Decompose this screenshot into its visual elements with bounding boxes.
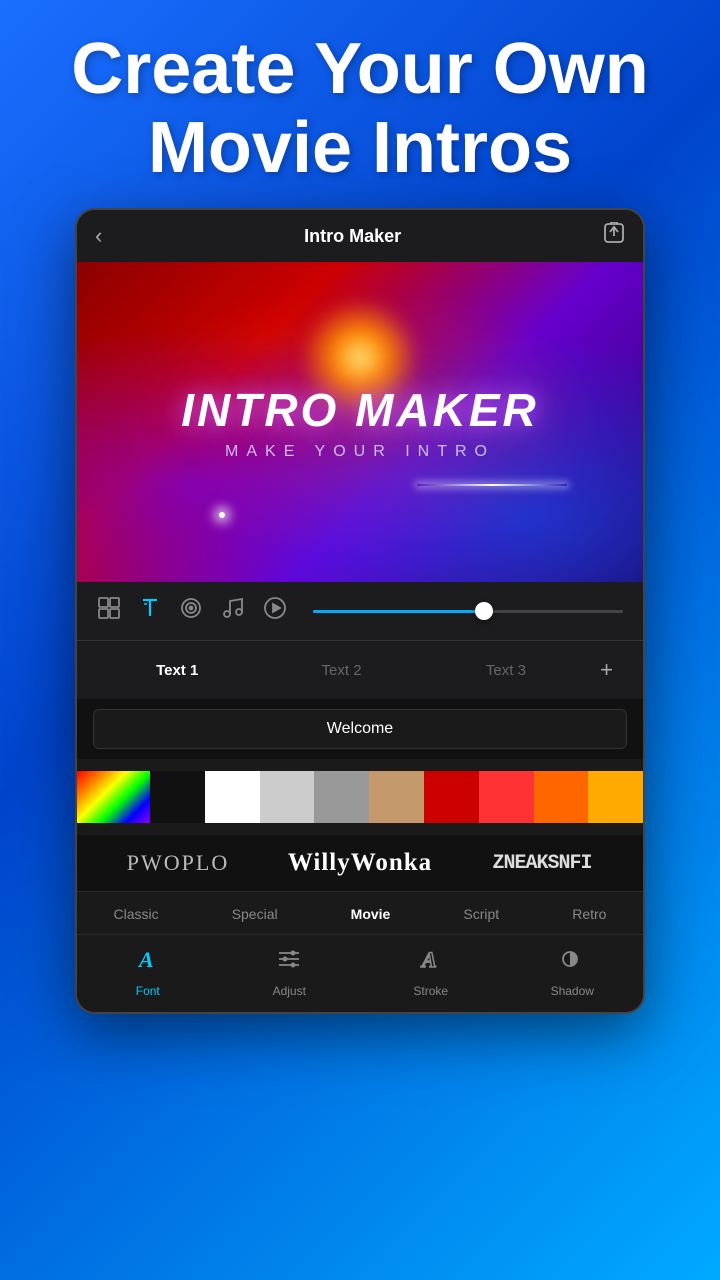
color-palette — [77, 759, 643, 835]
color-swatch-gray[interactable] — [314, 771, 369, 823]
font-sample-2[interactable]: WillyWonka — [269, 849, 451, 877]
font-cat-classic[interactable]: Classic — [106, 902, 167, 926]
font-preview-strip: PWOPLO WillyWonka ZNEAKSNFI — [77, 835, 643, 891]
editor-toolbar — [77, 582, 643, 640]
tab-text2[interactable]: Text 2 — [261, 656, 421, 685]
text-layer-tabs: Text 1 Text 2 Text 3 + — [77, 640, 643, 699]
color-swatch-rainbow[interactable] — [77, 771, 150, 823]
font-nav-label: Font — [136, 984, 160, 998]
color-swatch-amber[interactable] — [588, 771, 643, 823]
nav-shadow[interactable]: Shadow — [502, 945, 644, 998]
video-preview: INTRO MAKER MAKE YOUR INTRO — [77, 262, 643, 582]
text-input-row — [77, 699, 643, 759]
color-swatch-red[interactable] — [479, 771, 534, 823]
stroke-nav-label: Stroke — [413, 984, 448, 998]
font-cat-script[interactable]: Script — [455, 902, 507, 926]
hero-line2: Movie Intros — [71, 109, 648, 188]
target-icon[interactable] — [179, 596, 203, 626]
text-icon[interactable] — [139, 596, 161, 626]
stroke-nav-icon: A — [417, 945, 445, 980]
color-swatch-orange[interactable] — [534, 771, 589, 823]
font-sample-3[interactable]: ZNEAKSNFI — [451, 852, 633, 875]
color-swatch-black[interactable] — [150, 771, 205, 823]
adjust-nav-label: Adjust — [273, 984, 306, 998]
back-button[interactable]: ‹ — [95, 223, 102, 249]
nav-adjust[interactable]: Adjust — [219, 945, 361, 998]
font-category-tabs: Classic Special Movie Script Retro — [77, 891, 643, 934]
play-icon[interactable] — [263, 596, 287, 626]
font-cat-special[interactable]: Special — [224, 902, 286, 926]
timeline-scrubber[interactable] — [313, 610, 623, 613]
color-swatch-white[interactable] — [205, 771, 260, 823]
phone-container: ‹ Intro Maker INTRO MAKER MAKE YOUR INTR… — [75, 208, 645, 1014]
adjust-nav-icon — [275, 945, 303, 980]
font-nav-icon: A — [134, 945, 162, 980]
music-icon[interactable] — [221, 596, 245, 626]
tab-text1[interactable]: Text 1 — [97, 656, 257, 685]
preview-sub-title: MAKE YOUR INTRO — [181, 443, 539, 461]
color-swatch-brown[interactable] — [369, 771, 424, 823]
bottom-tool-nav: A Font Adjust A — [77, 934, 643, 1012]
nav-stroke[interactable]: A Stroke — [360, 945, 502, 998]
font-cat-movie[interactable]: Movie — [343, 902, 399, 926]
app-title: Intro Maker — [304, 226, 401, 247]
text-content-input[interactable] — [93, 709, 627, 749]
shadow-nav-label: Shadow — [551, 984, 594, 998]
hero-title: Create Your Own Movie Intros — [31, 0, 688, 208]
font-cat-retro[interactable]: Retro — [564, 902, 614, 926]
svg-text:A: A — [420, 947, 437, 972]
tab-text3[interactable]: Text 3 — [426, 656, 586, 685]
font-sample-1[interactable]: PWOPLO — [87, 850, 269, 876]
sparkle1 — [219, 512, 225, 518]
timeline-thumb[interactable] — [475, 602, 493, 620]
intro-overlay-text: INTRO MAKER MAKE YOUR INTRO — [181, 383, 539, 461]
share-button[interactable] — [603, 222, 625, 250]
layers-icon[interactable] — [97, 596, 121, 626]
add-text-tab-button[interactable]: + — [590, 651, 623, 689]
nav-font[interactable]: A Font — [77, 945, 219, 998]
hero-line1: Create Your Own — [71, 30, 648, 109]
svg-text:A: A — [137, 947, 154, 972]
sparkle2 — [417, 484, 567, 486]
timeline-progress — [313, 610, 484, 613]
shadow-nav-icon — [558, 945, 586, 980]
color-swatch-lightgray[interactable] — [260, 771, 315, 823]
preview-main-title: INTRO MAKER — [181, 383, 539, 437]
app-top-bar: ‹ Intro Maker — [77, 210, 643, 262]
color-swatch-darkred[interactable] — [424, 771, 479, 823]
